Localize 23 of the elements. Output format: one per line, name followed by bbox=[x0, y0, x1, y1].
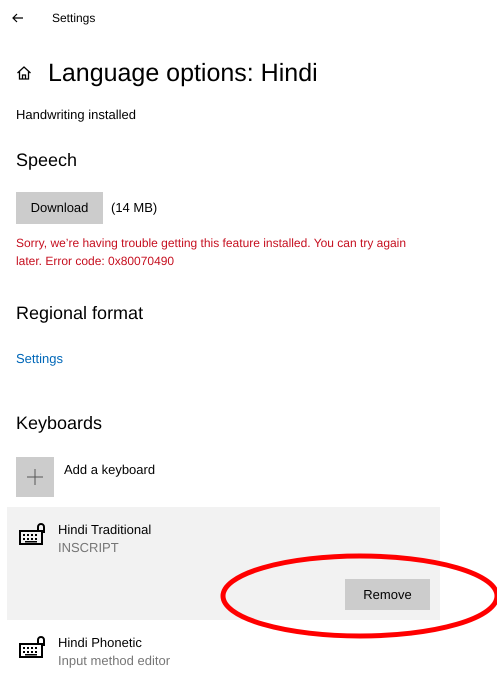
download-button[interactable]: Download bbox=[16, 192, 103, 224]
keyboard-icon bbox=[18, 636, 46, 660]
plus-icon bbox=[27, 469, 43, 485]
settings-link[interactable]: Settings bbox=[16, 348, 63, 368]
page-title: Language options: Hindi bbox=[48, 58, 318, 89]
keyboard-name: Hindi Traditional bbox=[58, 521, 152, 539]
section-heading: Regional format bbox=[16, 302, 144, 325]
add-keyboard-button[interactable] bbox=[16, 457, 54, 497]
section-heading: Speech bbox=[16, 148, 78, 172]
section-heading: Keyboards bbox=[16, 412, 104, 435]
header-title: Settings bbox=[52, 10, 96, 26]
keyboard-subtitle: INSCRIPT bbox=[58, 539, 120, 557]
home-icon[interactable] bbox=[16, 65, 32, 81]
keyboard-subtitle: Input method editor bbox=[58, 652, 170, 670]
download-size: (14 MB) bbox=[111, 198, 158, 217]
handwriting-status: Handwriting installed bbox=[16, 106, 137, 124]
keyboard-item-selected[interactable]: Hindi Traditional INSCRIPT Remove bbox=[7, 507, 440, 620]
remove-button[interactable]: Remove bbox=[345, 579, 430, 610]
keyboard-name: Hindi Phonetic bbox=[58, 634, 143, 652]
add-keyboard-label[interactable]: Add a keyboard bbox=[64, 460, 156, 480]
back-arrow-icon[interactable] bbox=[12, 12, 24, 22]
keyboard-icon bbox=[18, 523, 46, 547]
error-message: Sorry, we’re having trouble getting this feature installed. You can try again later. Error code: 0x80070490 bbox=[16, 234, 408, 270]
